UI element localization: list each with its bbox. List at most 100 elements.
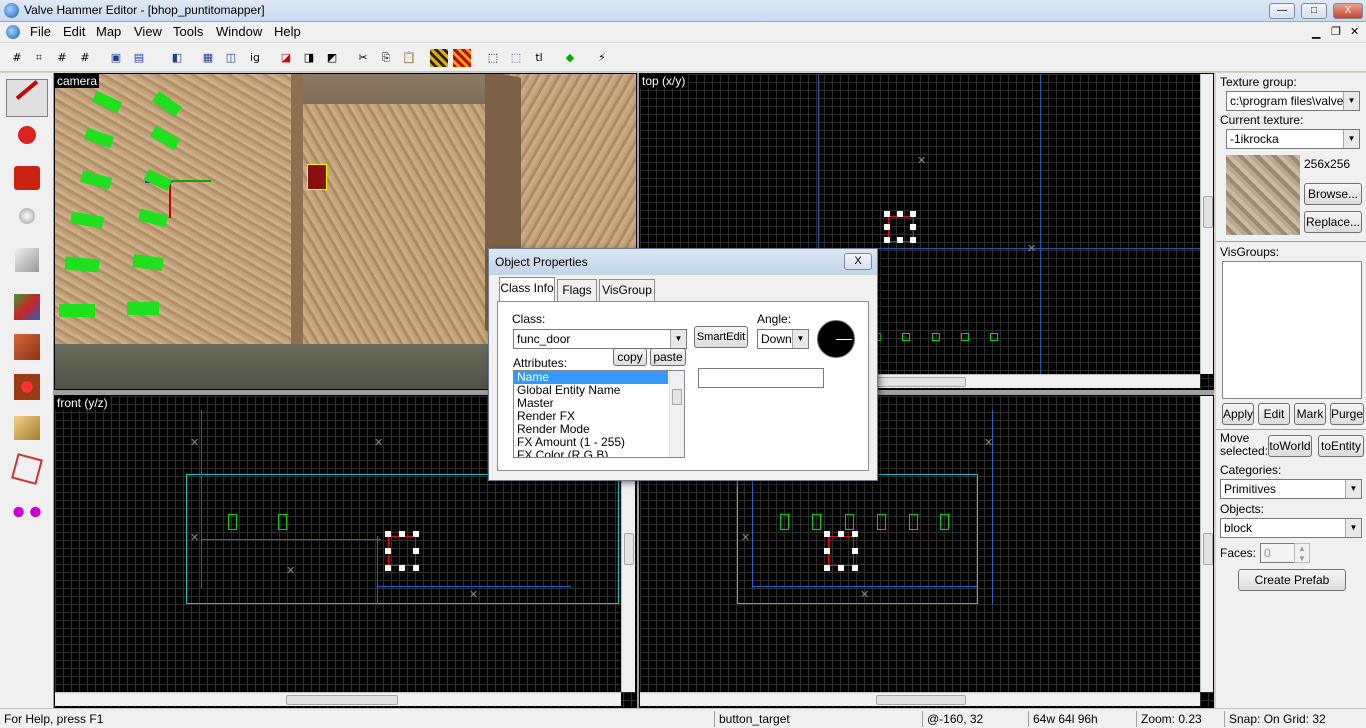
front-view-label[interactable]: front (y/z) bbox=[55, 396, 110, 410]
selection-tool[interactable] bbox=[6, 79, 48, 117]
carve-icon[interactable]: ◪ bbox=[277, 49, 295, 67]
texture-lock-icon[interactable]: ◩ bbox=[323, 49, 341, 67]
resize-handle[interactable] bbox=[399, 531, 405, 537]
ungroup-icon[interactable]: ▤ bbox=[130, 49, 148, 67]
minimize-button[interactable]: — bbox=[1269, 3, 1295, 19]
tie-to-entity-icon[interactable] bbox=[430, 49, 448, 67]
resize-handle[interactable] bbox=[884, 224, 890, 230]
vertex-tool[interactable] bbox=[6, 449, 48, 487]
paste-icon[interactable]: 📋 bbox=[400, 49, 418, 67]
resize-handle[interactable] bbox=[413, 565, 419, 571]
menu-file[interactable]: File bbox=[30, 24, 51, 39]
visgroup-icon[interactable]: ▦ bbox=[199, 49, 217, 67]
side-view-vscroll[interactable] bbox=[1200, 396, 1213, 692]
categories-dropdown[interactable]: Primitives ▼ bbox=[1220, 479, 1362, 499]
resize-handle[interactable] bbox=[824, 565, 830, 571]
resize-handle[interactable] bbox=[399, 565, 405, 571]
replace-texture-icon[interactable]: ⬚ bbox=[507, 49, 525, 67]
scroll-thumb[interactable] bbox=[1203, 533, 1213, 565]
tab-flags[interactable]: Flags bbox=[557, 279, 597, 301]
side-view-hscroll[interactable] bbox=[640, 692, 1200, 706]
texture-lock-text-icon[interactable]: tl bbox=[530, 49, 548, 67]
apply-button[interactable]: Apply bbox=[1222, 403, 1254, 425]
to-world-button[interactable]: toWorld bbox=[1268, 435, 1312, 457]
resize-handle[interactable] bbox=[897, 211, 903, 217]
edit-button[interactable]: Edit bbox=[1258, 403, 1290, 425]
resize-handle[interactable] bbox=[413, 548, 419, 554]
resize-handle[interactable] bbox=[385, 565, 391, 571]
autoselect-icon[interactable]: ◫ bbox=[222, 49, 240, 67]
resize-handle[interactable] bbox=[884, 237, 890, 243]
attribute-item[interactable]: FX Color (R G B) bbox=[514, 449, 684, 458]
copy-button[interactable]: copy bbox=[613, 348, 647, 366]
group-icon[interactable]: ▣ bbox=[107, 49, 125, 67]
check-problems-icon[interactable]: ⚡ bbox=[593, 49, 611, 67]
browse-button[interactable]: Browse... bbox=[1304, 183, 1362, 205]
resize-handle[interactable] bbox=[824, 548, 830, 554]
mark-button[interactable]: Mark bbox=[1294, 403, 1326, 425]
path-tool[interactable] bbox=[6, 493, 48, 531]
smartedit-button[interactable]: SmartEdit bbox=[694, 326, 748, 348]
grid-smaller-icon[interactable]: # bbox=[53, 49, 71, 67]
resize-handle[interactable] bbox=[852, 548, 858, 554]
block-tool[interactable] bbox=[6, 241, 48, 279]
resize-handle[interactable] bbox=[897, 237, 903, 243]
purge-button[interactable]: Purge bbox=[1330, 403, 1364, 425]
attributes-list[interactable]: Name Global Entity Name Master Render FX… bbox=[513, 370, 685, 458]
resize-handle[interactable] bbox=[910, 224, 916, 230]
entity-tool[interactable] bbox=[6, 201, 48, 239]
resize-handle[interactable] bbox=[385, 548, 391, 554]
resize-handle[interactable] bbox=[852, 565, 858, 571]
attributes-scrollbar[interactable] bbox=[669, 371, 684, 457]
hide-icon[interactable]: ◧ bbox=[168, 49, 186, 67]
run-map-icon[interactable]: ◆ bbox=[561, 49, 579, 67]
resize-handle[interactable] bbox=[884, 211, 890, 217]
create-prefab-button[interactable]: Create Prefab bbox=[1238, 569, 1346, 591]
resize-handle[interactable] bbox=[852, 531, 858, 537]
menu-window[interactable]: Window bbox=[216, 24, 262, 39]
apply-texture-tool[interactable] bbox=[6, 327, 48, 365]
faces-spinner[interactable]: ▲ ▼ bbox=[1294, 543, 1310, 563]
resize-handle[interactable] bbox=[910, 237, 916, 243]
menu-help[interactable]: Help bbox=[274, 24, 301, 39]
scroll-thumb[interactable] bbox=[876, 695, 966, 705]
scroll-thumb[interactable] bbox=[1203, 196, 1213, 228]
child-close-icon[interactable]: ✕ bbox=[1350, 25, 1359, 38]
visgroups-list[interactable] bbox=[1222, 261, 1362, 399]
texture-application-icon[interactable]: ⬚ bbox=[484, 49, 502, 67]
resize-handle[interactable] bbox=[910, 211, 916, 217]
resize-handle[interactable] bbox=[838, 531, 844, 537]
magnify-tool[interactable] bbox=[6, 119, 48, 157]
angle-dropdown[interactable]: Down ▼ bbox=[757, 329, 809, 349]
texture-group-dropdown[interactable]: c:\program files\valve\c ▼ bbox=[1226, 91, 1360, 111]
camera-view-label[interactable]: camera bbox=[55, 74, 100, 88]
scroll-thumb[interactable] bbox=[672, 389, 682, 405]
grid-larger-icon[interactable]: # bbox=[76, 49, 94, 67]
menu-tools[interactable]: Tools bbox=[173, 24, 203, 39]
paste-button[interactable]: paste bbox=[650, 348, 686, 366]
menu-view[interactable]: View bbox=[134, 24, 162, 39]
texture-tool[interactable] bbox=[6, 287, 48, 325]
front-view-hscroll[interactable] bbox=[55, 692, 621, 706]
tab-visgroup[interactable]: VisGroup bbox=[599, 279, 655, 301]
class-dropdown[interactable]: func_door ▼ bbox=[513, 329, 687, 349]
current-texture-dropdown[interactable]: -1ikrocka ▼ bbox=[1226, 129, 1360, 149]
move-to-world-icon[interactable] bbox=[453, 49, 471, 67]
close-button[interactable]: X bbox=[1333, 3, 1363, 19]
attribute-value-input[interactable] bbox=[698, 368, 824, 388]
objects-dropdown[interactable]: block ▼ bbox=[1220, 518, 1362, 538]
top-view-label[interactable]: top (x/y) bbox=[640, 74, 688, 88]
camera-tool[interactable] bbox=[6, 159, 48, 197]
menu-edit[interactable]: Edit bbox=[63, 24, 85, 39]
scroll-thumb[interactable] bbox=[624, 533, 634, 565]
scroll-thumb[interactable] bbox=[876, 377, 966, 387]
tab-class-info[interactable]: Class Info bbox=[499, 277, 555, 302]
to-entity-button[interactable]: toEntity bbox=[1318, 435, 1364, 457]
resize-handle[interactable] bbox=[413, 531, 419, 537]
replace-button[interactable]: Replace... bbox=[1304, 211, 1362, 233]
cut-icon[interactable]: ✂ bbox=[354, 49, 372, 67]
selected-brush[interactable] bbox=[307, 164, 327, 190]
top-view-vscroll[interactable] bbox=[1200, 74, 1213, 374]
hollow-icon[interactable]: ◨ bbox=[300, 49, 318, 67]
grid-toggle-icon[interactable]: # bbox=[8, 49, 26, 67]
